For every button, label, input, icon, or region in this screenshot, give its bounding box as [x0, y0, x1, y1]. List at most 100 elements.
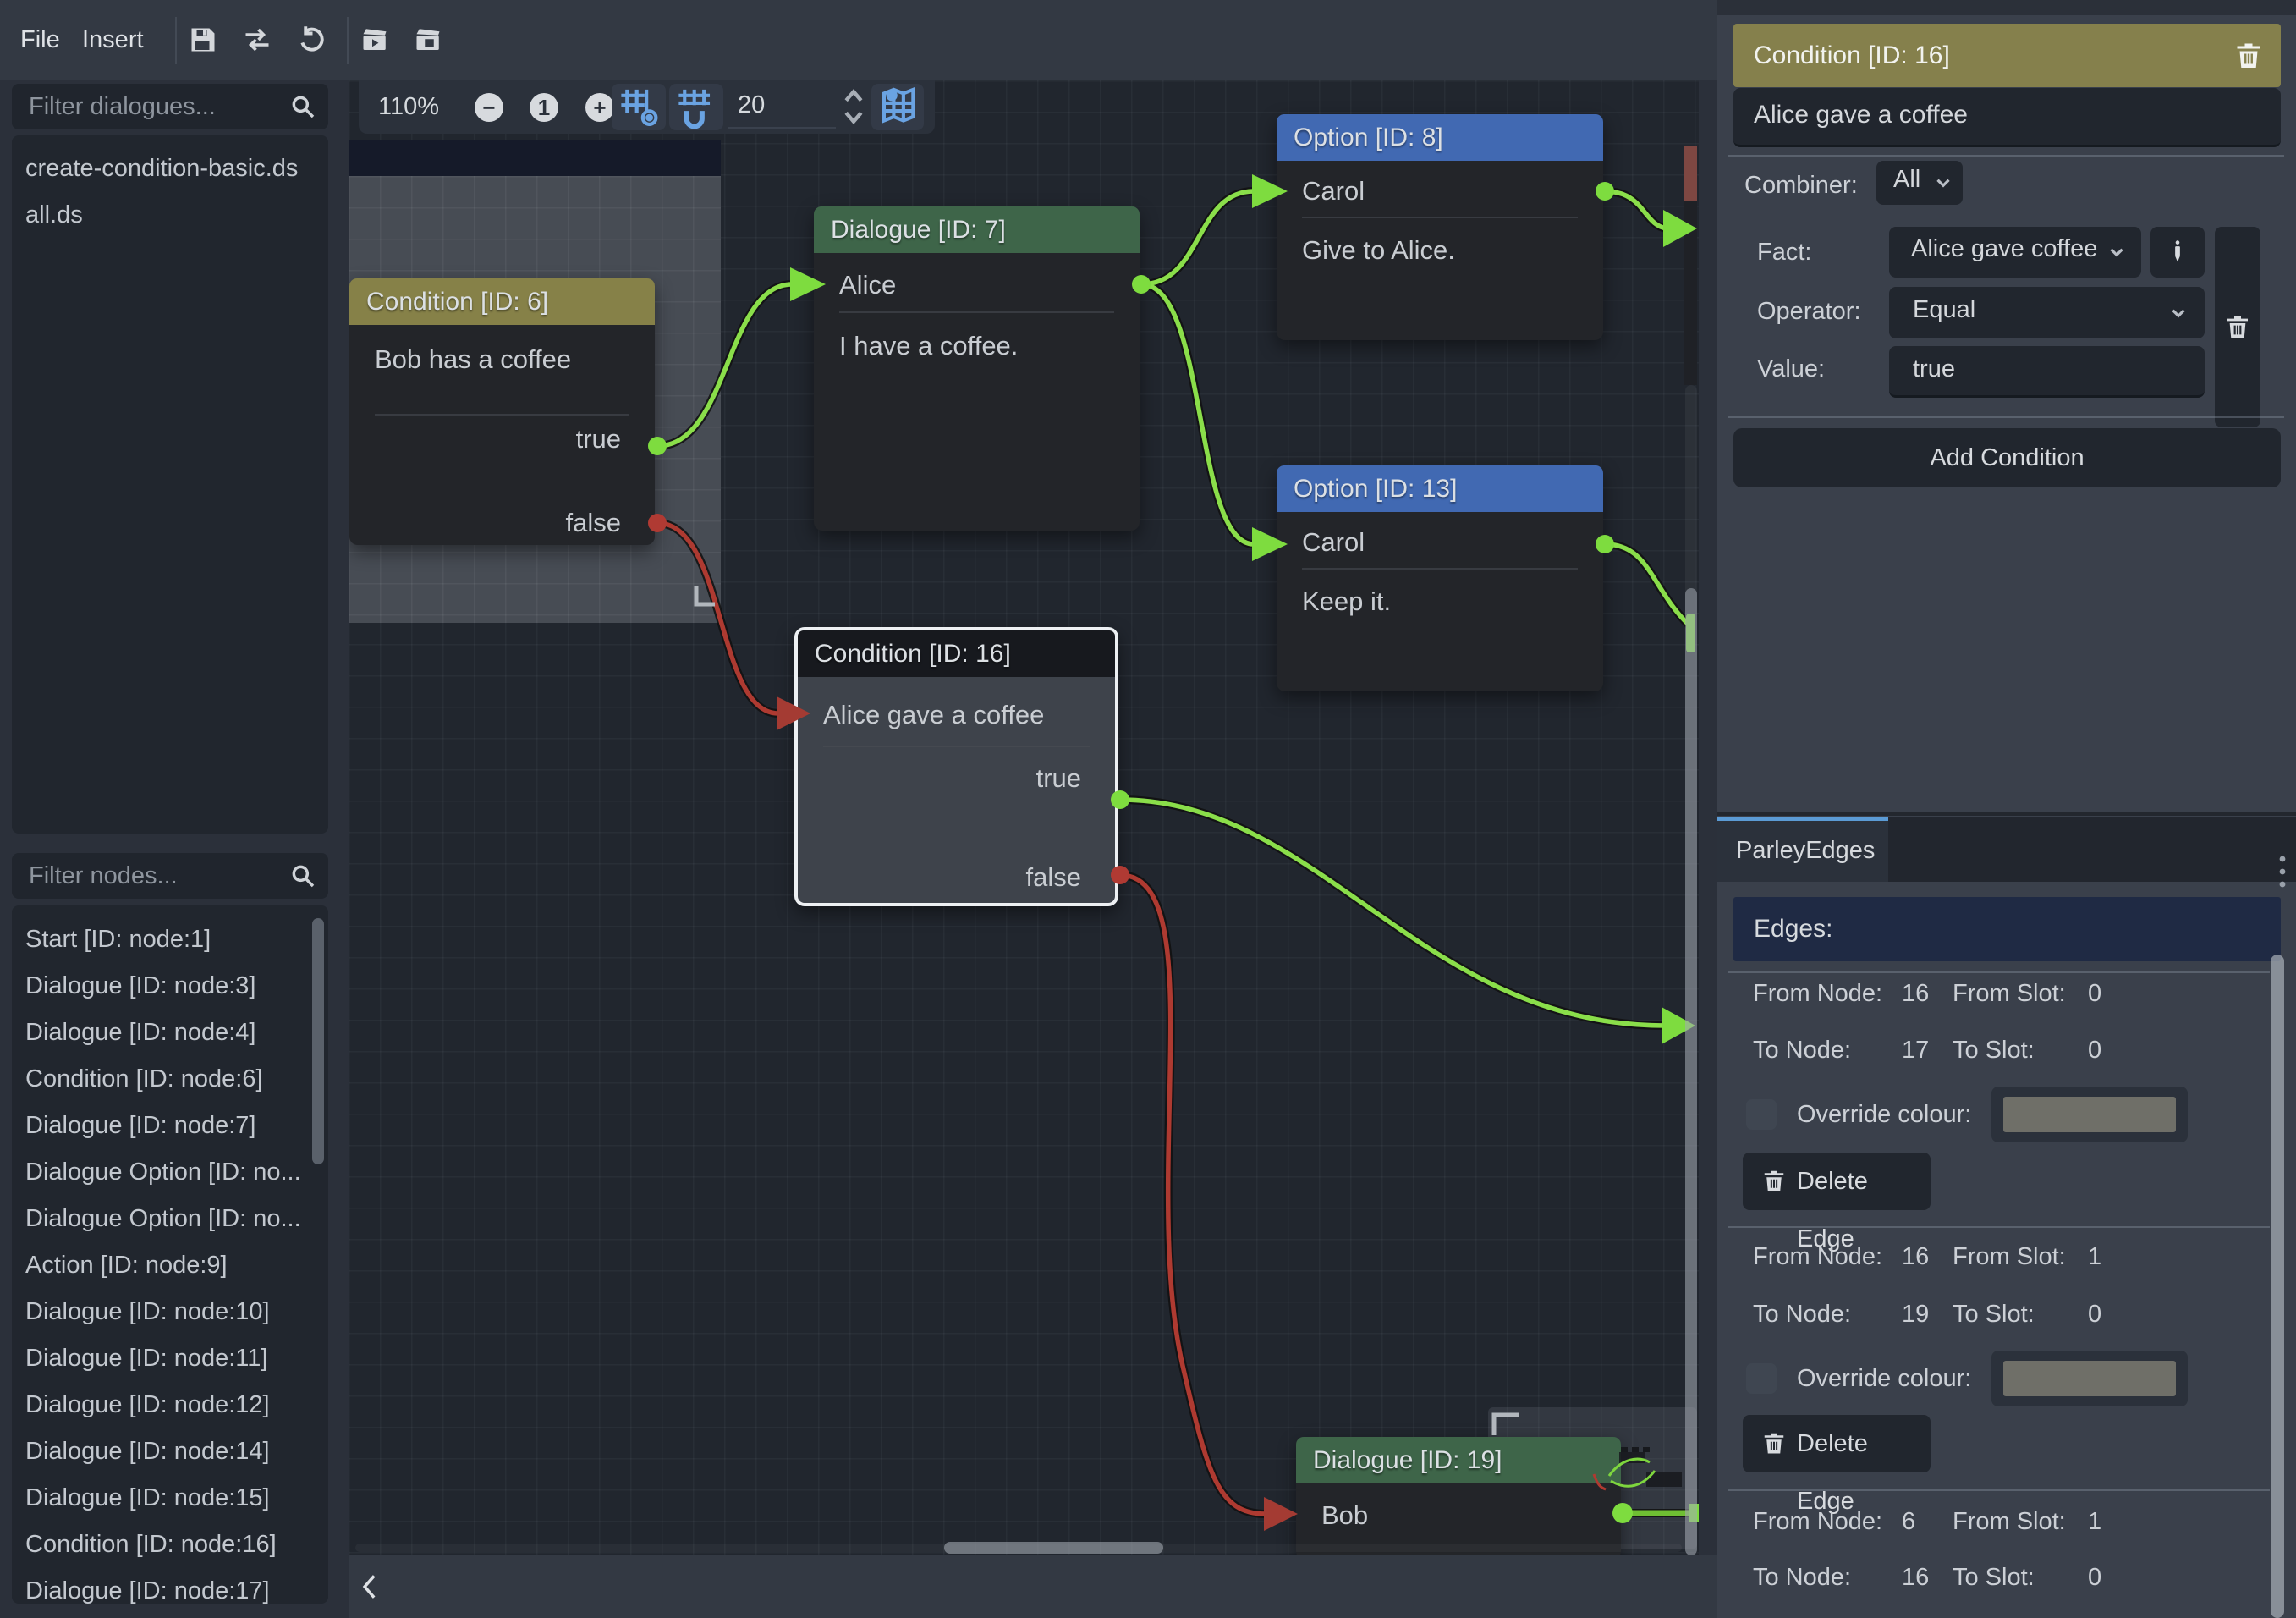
separator	[1728, 155, 2284, 157]
from-slot-value: 0	[2088, 974, 2101, 1013]
node-list-item[interactable]: Dialogue Option [ID: no...	[12, 1196, 328, 1242]
edit-fact-button[interactable]	[2150, 227, 2205, 278]
override-colour-checkbox[interactable]	[1746, 1099, 1777, 1130]
menu-insert[interactable]: Insert	[77, 0, 149, 80]
minimap-toggle-button[interactable]	[871, 84, 924, 130]
trash-icon	[1761, 1430, 1787, 1456]
combiner-label: Combiner:	[1744, 166, 1858, 205]
snap-to-grid-button[interactable]	[612, 84, 666, 130]
undo-icon[interactable]	[296, 25, 327, 55]
snap-distance-input[interactable]: 20	[728, 80, 836, 129]
operator-label: Operator:	[1757, 292, 1861, 331]
menu-bar: File Insert	[0, 0, 1717, 80]
to-node-value: 17	[1902, 1031, 1929, 1070]
edge-7-13	[1141, 284, 1254, 544]
menu-file[interactable]: File	[15, 0, 65, 80]
node-list-item[interactable]: Dialogue [ID: node:7]	[12, 1103, 328, 1149]
search-icon	[289, 93, 316, 120]
import-export-icon[interactable]	[242, 25, 272, 55]
grid-snap-toggle-button[interactable]	[669, 84, 723, 130]
graph-canvas[interactable]: Condition [ID: 6] Bob has a coffee true …	[349, 80, 1699, 1555]
search-icon	[289, 862, 316, 889]
dialogue-file-item[interactable]: create-condition-basic.ds	[12, 146, 328, 192]
colour-swatch	[2003, 1361, 2176, 1396]
node-list-item[interactable]: Dialogue [ID: node:17]	[12, 1568, 328, 1604]
node-list-item[interactable]: Condition [ID: node:6]	[12, 1056, 328, 1103]
canvas-vscroll-thumb[interactable]	[1685, 588, 1697, 1555]
save-icon[interactable]	[188, 25, 218, 55]
zoom-in-button[interactable]: +	[585, 93, 614, 122]
node-list-item[interactable]: Dialogue [ID: node:14]	[12, 1428, 328, 1475]
new-test-icon[interactable]	[413, 25, 443, 55]
parley-dialogue-editor: File Insert create-condition-basic.ds al…	[0, 0, 2296, 1618]
chevron-down-icon	[2106, 241, 2128, 263]
colour-picker-button[interactable]	[1991, 1087, 2188, 1142]
fact-value: Alice gave coffee	[1889, 227, 2141, 263]
to-slot-label: To Slot:	[1953, 1031, 2035, 1070]
condition-name-text: Alice gave a coffee	[1733, 88, 2281, 129]
test-dialogue-icon[interactable]	[360, 25, 390, 55]
edge-6-7	[657, 284, 792, 446]
nodes-list-scrollbar[interactable]	[312, 918, 324, 1164]
node-list-item[interactable]: Action [ID: node:9]	[12, 1242, 328, 1289]
green-edges[interactable]	[657, 191, 1689, 1026]
filter-dialogues-input[interactable]	[27, 84, 289, 129]
colour-swatch	[2003, 1097, 2176, 1132]
operator-dropdown[interactable]: Equal	[1889, 287, 2205, 338]
inspector-top-strip	[1717, 0, 2296, 15]
to-node-value: 16	[1902, 1558, 1929, 1597]
node-list-item[interactable]: Dialogue [ID: node:15]	[12, 1475, 328, 1522]
dialogues-list: create-condition-basic.ds all.ds	[12, 135, 328, 834]
override-colour-checkbox[interactable]	[1746, 1363, 1777, 1394]
edge-16-19	[1120, 875, 1266, 1514]
inspector-panel: Condition [ID: 16] Alice gave a coffee C…	[1717, 0, 2296, 1618]
canvas-hscroll-thumb[interactable]	[944, 1542, 1163, 1554]
operator-value: Equal	[1889, 287, 2205, 324]
dialogue-file-item[interactable]: all.ds	[12, 192, 328, 239]
chevron-down-icon	[1932, 172, 1954, 194]
output-ports[interactable]	[648, 182, 1633, 1523]
delete-node-icon[interactable]	[2233, 40, 2264, 70]
condition-name-input[interactable]: Alice gave a coffee	[1733, 88, 2281, 147]
colour-picker-button[interactable]	[1991, 1351, 2188, 1406]
menu-separator	[347, 17, 349, 64]
fact-dropdown[interactable]: Alice gave coffee	[1889, 227, 2141, 278]
delete-edge-label: Delete Edge	[1797, 1153, 1931, 1210]
node-list-item[interactable]: Condition [ID: node:16]	[12, 1522, 328, 1568]
filter-nodes-input[interactable]	[27, 853, 289, 899]
collapse-sidebar-icon[interactable]	[355, 1569, 387, 1604]
node-list-item[interactable]: Dialogue [ID: node:12]	[12, 1382, 328, 1428]
node-list-item[interactable]: Dialogue [ID: node:11]	[12, 1335, 328, 1382]
delete-edge-button[interactable]: Delete Edge	[1743, 1153, 1931, 1210]
dock-tab-bar: ParleyEdges	[1717, 817, 2296, 882]
node-list-item[interactable]: Start [ID: node:1]	[12, 916, 328, 963]
minimap-content	[1494, 1415, 1682, 1489]
node-list-item[interactable]: Dialogue [ID: node:3]	[12, 963, 328, 1010]
combiner-dropdown[interactable]: All	[1876, 161, 1963, 205]
zoom-reset-button[interactable]: 1	[530, 93, 558, 122]
separator	[1728, 1489, 2270, 1491]
value-input[interactable]: true	[1889, 346, 2205, 398]
value-label: Value:	[1757, 349, 1825, 388]
to-node-value: 19	[1902, 1295, 1929, 1334]
from-node-value: 16	[1902, 974, 1929, 1013]
delete-edge-button[interactable]: Delete Edge	[1743, 1415, 1931, 1472]
add-condition-button[interactable]: Add Condition	[1733, 428, 2281, 487]
node-list-item[interactable]: Dialogue [ID: node:10]	[12, 1289, 328, 1335]
edge-13-out	[1605, 544, 1689, 625]
node-list-item[interactable]: Dialogue Option [ID: no...	[12, 1149, 328, 1196]
to-slot-value: 0	[2088, 1295, 2101, 1334]
dock-menu-icon[interactable]	[2276, 849, 2289, 896]
node-list-item[interactable]: Dialogue [ID: node:4]	[12, 1010, 328, 1056]
tab-parley-edges[interactable]: ParleyEdges	[1717, 817, 1888, 882]
zoom-out-button[interactable]: −	[475, 93, 503, 122]
spinbox-arrows[interactable]	[841, 85, 866, 128]
edge-6-16	[657, 523, 778, 713]
inspector-header-title: Condition [ID: 16]	[1754, 41, 1950, 69]
edges-scrollbar[interactable]	[2271, 955, 2284, 1618]
separator	[1728, 416, 2284, 418]
delete-condition-row-button[interactable]	[2215, 227, 2260, 427]
separator	[1728, 971, 2270, 973]
to-node-label: To Node:	[1753, 1031, 1851, 1070]
filter-nodes-box	[12, 853, 328, 899]
